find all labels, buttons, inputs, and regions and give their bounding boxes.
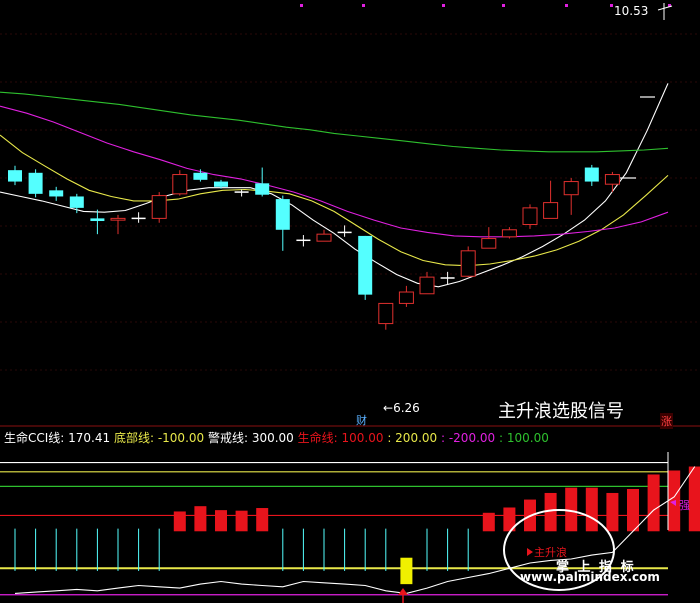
candle: [543, 180, 559, 219]
candle-body: [563, 181, 579, 196]
cci-bar: [606, 492, 619, 532]
strong-mark: 强: [679, 499, 690, 512]
top-dot: [442, 4, 445, 7]
cci-bar: [585, 487, 598, 532]
cci-bar: [256, 508, 269, 532]
cci-bar: [235, 510, 248, 532]
candle: [604, 171, 620, 193]
candle-body: [8, 170, 22, 182]
candle: [151, 192, 167, 223]
signal-arrow-head: [398, 588, 408, 595]
cci-bar: [173, 511, 186, 532]
candle-body: [522, 207, 538, 226]
candlesticks: [8, 164, 620, 330]
legend-item: : 200.00: [383, 431, 438, 445]
cci-bar: [215, 510, 227, 532]
candle: [460, 246, 476, 278]
candle-body: [255, 183, 270, 195]
top-dot: [362, 4, 365, 7]
candle: [398, 285, 414, 307]
signal-caption: 主升浪选股信号: [498, 401, 624, 422]
candle: [522, 204, 538, 229]
cci-bar: [400, 557, 413, 585]
candle-body: [358, 235, 373, 295]
ma-line-ma60: [0, 91, 669, 153]
candle: [49, 186, 64, 201]
candle: [316, 229, 332, 242]
candle-body: [419, 276, 435, 295]
cci-bar: [688, 466, 700, 532]
price-grid: [0, 33, 700, 371]
cci-bar: [194, 506, 207, 532]
candle: [255, 167, 270, 197]
legend-item: : 100.00: [495, 431, 549, 445]
candle-body: [275, 199, 290, 230]
candle: [172, 170, 188, 196]
candle: [378, 302, 394, 330]
candle: [337, 225, 352, 237]
zhang-mark: 涨: [660, 413, 673, 429]
high-price-label: 10.53: [614, 4, 649, 18]
candle-body: [193, 172, 208, 180]
ma-line-ma10: [0, 134, 669, 267]
low-price-label: ←6.26: [383, 401, 420, 415]
candle: [501, 227, 517, 239]
high-arrow: [657, 5, 673, 11]
legend-item: : -200.00: [437, 431, 496, 445]
candle-body: [460, 250, 476, 277]
top-marks: [300, 3, 673, 179]
candle-body: [90, 218, 105, 222]
candle: [275, 195, 290, 251]
candle-body: [28, 172, 43, 194]
candle-body: [398, 291, 414, 304]
ma-line-ma20: [0, 105, 669, 238]
legend-item: 警戒线: 300.00: [204, 431, 294, 445]
candle: [234, 189, 249, 197]
main-rise-pointer: [527, 548, 533, 556]
low-price-value: 6.26: [393, 401, 420, 415]
candle-body: [151, 195, 167, 219]
top-dot: [565, 4, 568, 7]
candle: [131, 212, 146, 223]
candle-body: [501, 229, 517, 238]
candle-body: [316, 233, 332, 242]
candle-body: [584, 167, 599, 182]
legend-item: 生命CCI线: 170.41: [4, 431, 111, 445]
candle: [358, 235, 373, 300]
candle-body: [49, 190, 64, 197]
watermark-url: www.palmindex.com: [520, 570, 660, 584]
stock-chart: [0, 3, 700, 603]
candle-body: [110, 217, 126, 221]
candle: [563, 178, 579, 215]
candle: [69, 193, 84, 214]
candle: [110, 214, 126, 235]
candle: [90, 209, 105, 235]
candle: [193, 169, 208, 182]
candle-body: [214, 181, 228, 187]
candle: [28, 169, 43, 198]
candle: [440, 271, 455, 285]
top-dot: [300, 4, 303, 7]
candle: [481, 227, 497, 249]
legend-item: 生命线: 100.00: [293, 431, 384, 445]
legend-item: 底部线: -100.00: [110, 431, 205, 445]
top-dot: [610, 4, 613, 7]
cci-bar: [544, 492, 557, 532]
cci-bar: [627, 489, 639, 532]
cci-legend: 生命CCI线: 170.41 底部线: -100.00 警戒线: 300.00 …: [4, 429, 549, 445]
candle: [584, 164, 599, 186]
top-dot: [502, 4, 505, 7]
candle-body: [543, 202, 559, 219]
candle: [419, 271, 435, 295]
cai-mark: 财: [356, 414, 367, 427]
candle: [8, 165, 22, 186]
cci-bar: [482, 512, 495, 532]
candle-body: [604, 174, 620, 185]
candle-body: [172, 174, 188, 195]
candle-body: [481, 238, 497, 249]
candle-body: [378, 302, 394, 325]
candle-body: [69, 196, 84, 208]
candle: [296, 235, 311, 247]
cci-bar: [647, 474, 660, 532]
